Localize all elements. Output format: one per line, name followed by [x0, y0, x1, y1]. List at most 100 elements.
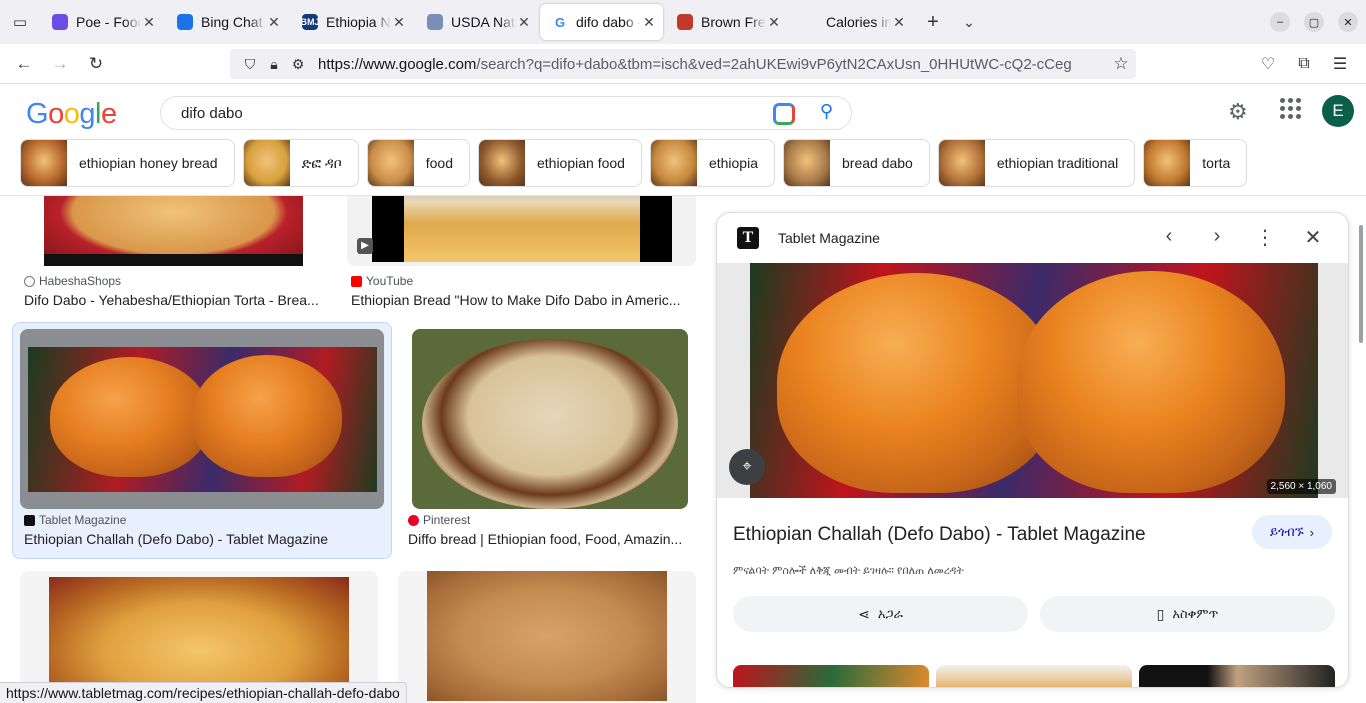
- more-options-icon[interactable]: ⋮: [1251, 225, 1279, 250]
- result-caption[interactable]: Diffo bread | Ethiopian food, Food, Amaz…: [408, 531, 693, 547]
- related-image-thumb[interactable]: [1139, 665, 1335, 687]
- save-button[interactable]: ▯ አስቀምጥ: [1040, 596, 1335, 632]
- list-all-tabs-button[interactable]: ⌄: [951, 14, 987, 31]
- result-caption[interactable]: Ethiopian Bread "How to Make Difo Dabo i…: [351, 292, 691, 308]
- chip-thumbnail: [650, 140, 697, 186]
- related-search-chip[interactable]: food: [366, 139, 470, 187]
- extensions-icon[interactable]: ⧉: [1286, 48, 1322, 80]
- share-button[interactable]: ⋖ አጋራ: [733, 596, 1028, 632]
- youtube-icon: [351, 275, 362, 287]
- tab-favicon-icon: [427, 14, 443, 30]
- close-tab-icon[interactable]: ✕: [391, 14, 407, 31]
- browser-tab[interactable]: USDA National✕: [415, 4, 538, 40]
- result-card[interactable]: Pinterest Diffo bread | Ethiopian food, …: [404, 329, 696, 559]
- result-caption[interactable]: Ethiopian Challah (Defo Dabo) - Tablet M…: [24, 531, 384, 547]
- chip-thumbnail: [784, 140, 830, 186]
- back-button[interactable]: ←: [6, 48, 42, 80]
- browser-tab[interactable]: Bing Chat with✕: [165, 4, 288, 40]
- result-source: Tablet Magazine: [39, 513, 127, 527]
- result-card[interactable]: [398, 571, 696, 703]
- maximize-button[interactable]: ▢: [1304, 12, 1324, 32]
- url-bar[interactable]: ⛉ 🔒︎ ⚙︎ https://www.google.com/search?q=…: [230, 49, 1136, 79]
- result-image[interactable]: [20, 196, 327, 266]
- new-tab-button[interactable]: +: [915, 11, 951, 34]
- result-card[interactable]: ▶ YouTube Ethiopian Bread "How to Make D…: [347, 196, 696, 322]
- panel-source-name[interactable]: Tablet Magazine: [778, 230, 880, 246]
- google-apps-icon[interactable]: [1280, 98, 1302, 120]
- tab-list-icon: ▭: [12, 14, 28, 31]
- related-search-chip[interactable]: ethiopian honey bread: [20, 139, 235, 187]
- tab-favicon-icon: [677, 14, 693, 30]
- next-chevron-icon[interactable]: ›: [1203, 225, 1231, 248]
- google-logo[interactable]: Google: [26, 98, 117, 131]
- close-tab-icon[interactable]: ✕: [141, 14, 157, 31]
- forward-button[interactable]: →: [42, 48, 78, 80]
- browser-tab[interactable]: BMJ Ethiopia Nation✕: [290, 4, 413, 40]
- visit-button[interactable]: ይጎብኙ ›: [1251, 515, 1332, 549]
- result-card[interactable]: HabeshaShops Difo Dabo - Yehabesha/Ethio…: [20, 196, 327, 322]
- chevron-right-icon: ›: [1309, 524, 1314, 540]
- url-text[interactable]: https://www.google.com/search?q=difo+dab…: [318, 56, 1106, 73]
- close-tab-icon[interactable]: ✕: [891, 14, 907, 31]
- browser-tab[interactable]: Poe - Food Rec✕: [40, 4, 163, 40]
- bookmark-star-icon[interactable]: ☆: [1106, 54, 1136, 74]
- copyright-notice: ምናልባት ምስሎች ለቅጂ መብት ይገዛሉ። የበለጠ ለመረዳት: [733, 565, 964, 577]
- panel-scrollbar[interactable]: [1359, 225, 1363, 343]
- related-search-chip[interactable]: torta: [1143, 139, 1248, 187]
- settings-gear-icon[interactable]: ⚙: [1228, 99, 1248, 125]
- result-caption[interactable]: Difo Dabo - Yehabesha/Ethiopian Torta - …: [24, 292, 324, 308]
- chip-thumbnail: [1144, 140, 1191, 186]
- account-avatar[interactable]: E: [1322, 95, 1354, 127]
- menu-icon[interactable]: ☰: [1322, 48, 1358, 80]
- lock-icon[interactable]: 🔒︎: [262, 56, 286, 73]
- tablet-magazine-logo: T: [737, 227, 759, 249]
- result-image[interactable]: [20, 329, 384, 509]
- close-tab-icon[interactable]: ✕: [766, 14, 782, 31]
- search-input[interactable]: difo dabo: [181, 105, 243, 122]
- pinterest-icon: [408, 514, 419, 526]
- pocket-icon[interactable]: ♡: [1250, 48, 1286, 80]
- related-search-chip[interactable]: ethiopian traditional: [937, 139, 1136, 187]
- lens-search-icon[interactable]: ⌖: [729, 449, 765, 485]
- related-image-thumb[interactable]: [936, 665, 1132, 687]
- preview-image[interactable]: [717, 263, 1348, 498]
- chip-thumbnail: [243, 140, 290, 186]
- status-bar-url: https://www.tabletmag.com/recipes/ethiop…: [0, 682, 407, 703]
- search-box[interactable]: difo dabo ⚲: [160, 96, 852, 130]
- chip-thumbnail: [367, 140, 414, 186]
- related-image-thumb[interactable]: [733, 665, 929, 687]
- browser-tab[interactable]: Brown Fresh Gi✕: [665, 4, 788, 40]
- tab-title: Poe - Food Rec: [76, 14, 141, 30]
- permissions-icon[interactable]: ⚙︎: [286, 56, 310, 73]
- browser-tab[interactable]: Calories in large C✕: [790, 4, 913, 40]
- related-search-chip[interactable]: bread dabo: [783, 139, 930, 187]
- close-tab-icon[interactable]: ✕: [266, 14, 282, 31]
- tab-title: Ethiopia Nation: [326, 14, 391, 30]
- browser-tab[interactable]: Gdifo dabo - Goo✕: [540, 4, 663, 40]
- panel-title[interactable]: Ethiopian Challah (Defo Dabo) - Tablet M…: [733, 524, 1146, 546]
- close-panel-icon[interactable]: ✕: [1299, 225, 1327, 250]
- search-icon[interactable]: ⚲: [820, 101, 833, 122]
- related-images-row: [733, 665, 1342, 687]
- tabs: Poe - Food Rec✕Bing Chat with✕BMJEthiopi…: [40, 4, 915, 40]
- related-search-chip[interactable]: ድፎ ዳቦ: [242, 139, 359, 187]
- close-window-button[interactable]: ✕: [1338, 12, 1358, 32]
- tablet-magazine-icon: [24, 514, 35, 526]
- result-image[interactable]: [412, 329, 688, 509]
- reload-button[interactable]: ↻: [78, 48, 114, 80]
- result-image[interactable]: [398, 571, 696, 703]
- result-image[interactable]: ▶: [347, 196, 696, 266]
- previous-chevron-icon[interactable]: ‹: [1155, 225, 1183, 248]
- related-search-chip[interactable]: ethiopia: [649, 139, 775, 187]
- related-search-chip[interactable]: ethiopian food: [477, 139, 642, 187]
- tab-title: Bing Chat with: [201, 14, 266, 30]
- close-tab-icon[interactable]: ✕: [641, 14, 657, 31]
- shield-icon[interactable]: ⛉: [238, 56, 262, 73]
- close-tab-icon[interactable]: ✕: [516, 14, 532, 31]
- google-lens-icon[interactable]: [773, 103, 795, 125]
- result-source: Pinterest: [423, 513, 471, 527]
- result-source: HabeshaShops: [39, 274, 122, 288]
- tab-list-button[interactable]: ▭: [0, 0, 40, 44]
- minimize-button[interactable]: –: [1270, 12, 1290, 32]
- result-card-selected[interactable]: Tablet Magazine Ethiopian Challah (Defo …: [20, 329, 384, 559]
